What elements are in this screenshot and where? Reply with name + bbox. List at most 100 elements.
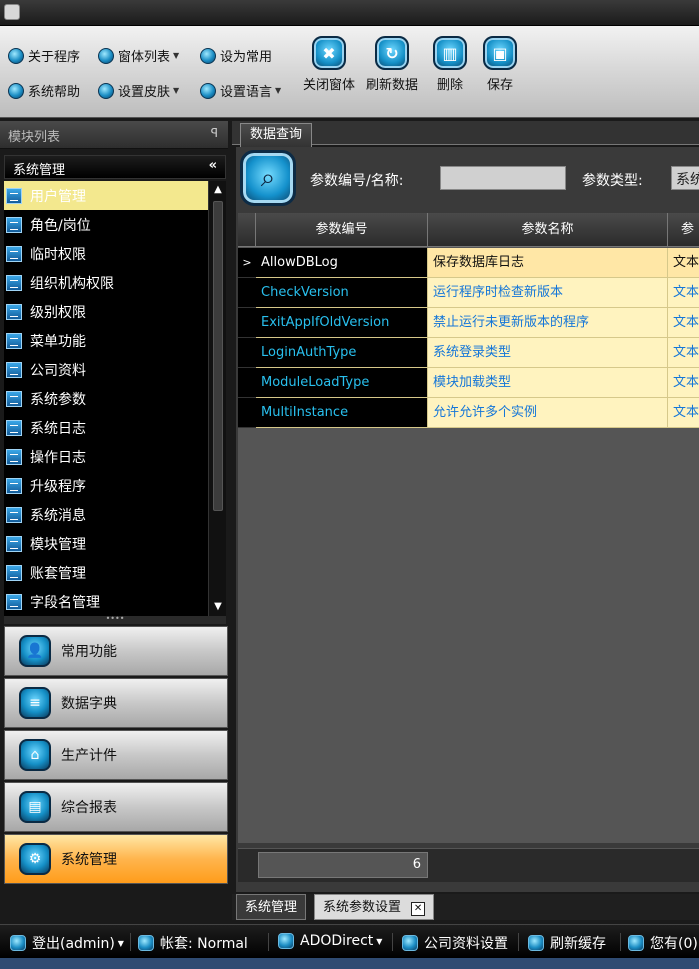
- close-icon[interactable]: ✕: [411, 902, 426, 916]
- language-button[interactable]: 设置语言 ▼: [200, 81, 281, 100]
- set-favorite-button[interactable]: 设为常用: [200, 46, 272, 65]
- user-icon: 👤: [19, 635, 51, 667]
- list-icon: [6, 332, 22, 349]
- tree-item-system-log[interactable]: 系统日志: [4, 413, 208, 442]
- list-icon: [6, 361, 22, 378]
- tree-item-company-info[interactable]: 公司资料: [4, 355, 208, 384]
- close-window-button[interactable]: ✖ 关闭窗体: [299, 36, 359, 93]
- tree-item-module-management[interactable]: 模块管理: [4, 529, 208, 558]
- divider: [392, 933, 393, 951]
- database-icon: ≡: [19, 687, 51, 719]
- cell-code[interactable]: CheckVersion: [256, 278, 428, 308]
- window-list-button[interactable]: 窗体列表 ▼: [98, 46, 179, 65]
- tree-item-upgrade[interactable]: 升级程序: [4, 471, 208, 500]
- scroll-thumb[interactable]: [213, 201, 223, 511]
- tree-item-temp-permissions[interactable]: 临时权限: [4, 239, 208, 268]
- list-icon: [6, 535, 22, 552]
- tree-item-user-management[interactable]: 用户管理: [4, 181, 208, 210]
- cell-name[interactable]: 禁止运行未更新版本的程序: [428, 308, 668, 338]
- cell-name[interactable]: 系统登录类型: [428, 338, 668, 368]
- panel-splitter[interactable]: ••••: [4, 615, 226, 624]
- list-icon: [6, 564, 22, 581]
- connection-button[interactable]: ADODirect ▼: [278, 933, 382, 949]
- search-button[interactable]: ⌕: [240, 150, 296, 206]
- tree-scrollbar[interactable]: ▲ ▼: [208, 181, 226, 616]
- tab-system-management[interactable]: 系统管理: [236, 894, 307, 920]
- search-icon: ⌕: [260, 162, 276, 193]
- taskbar: [0, 958, 699, 969]
- cell-code[interactable]: ExitAppIfOldVersion: [256, 308, 428, 338]
- tab-data-query[interactable]: 数据查询: [240, 123, 312, 147]
- cell-name[interactable]: 模块加载类型: [428, 368, 668, 398]
- param-code-input[interactable]: [440, 166, 566, 190]
- chevron-down-icon: ▼: [275, 86, 282, 95]
- chevron-down-icon: ▼: [376, 936, 383, 946]
- list-icon: [6, 303, 22, 320]
- gear-icon: ⚙: [19, 843, 51, 875]
- account-set-button[interactable]: 帐套: Normal: [138, 933, 248, 953]
- tree-item-org-permissions[interactable]: 组织机构权限: [4, 268, 208, 297]
- nav-production-piecework[interactable]: ⌂ 生产计件: [4, 730, 228, 780]
- about-button[interactable]: 关于程序: [8, 46, 80, 65]
- collapse-icon[interactable]: «: [209, 158, 217, 173]
- row-indicator: [238, 398, 256, 428]
- module-group-header[interactable]: 系统管理 «: [4, 155, 226, 179]
- cell-type[interactable]: 文本: [668, 338, 699, 368]
- nav-common-functions[interactable]: 👤 常用功能: [4, 626, 228, 676]
- cell-code[interactable]: MultiInstance: [256, 398, 428, 428]
- grid-corner: [238, 213, 256, 247]
- scroll-down-icon[interactable]: ▼: [209, 598, 227, 616]
- tree-item-field-names[interactable]: 字段名管理: [4, 587, 208, 616]
- company-settings-button[interactable]: 公司资料设置: [402, 933, 508, 953]
- cell-code[interactable]: ModuleLoadType: [256, 368, 428, 398]
- cell-type[interactable]: 文本: [668, 308, 699, 338]
- favorite-icon: [200, 47, 216, 64]
- cell-type[interactable]: 文本: [668, 248, 699, 278]
- col-header-name[interactable]: 参数名称: [428, 213, 668, 247]
- row-indicator: [238, 308, 256, 338]
- nav-system-management[interactable]: ⚙ 系统管理: [4, 834, 228, 884]
- cell-name[interactable]: 保存数据库日志: [428, 248, 668, 278]
- tree-item-operation-log[interactable]: 操作日志: [4, 442, 208, 471]
- skin-icon: [98, 82, 114, 99]
- divider: [620, 933, 621, 951]
- cell-type[interactable]: 文本: [668, 278, 699, 308]
- cell-type[interactable]: 文本: [668, 368, 699, 398]
- cell-code[interactable]: AllowDBLog: [256, 248, 428, 278]
- col-header-type[interactable]: 参: [668, 213, 699, 247]
- refresh-icon: ↻: [375, 36, 409, 70]
- list-icon: [6, 187, 22, 204]
- help-icon: [8, 82, 24, 99]
- cell-name[interactable]: 运行程序时检查新版本: [428, 278, 668, 308]
- tab-system-params[interactable]: 系统参数设置 ✕: [314, 894, 435, 920]
- cell-name[interactable]: 允许允许多个实例: [428, 398, 668, 428]
- tree-item-level-permissions[interactable]: 级别权限: [4, 297, 208, 326]
- messages-button[interactable]: 您有(0): [628, 933, 698, 953]
- row-indicator: [238, 338, 256, 368]
- logout-button[interactable]: 登出(admin) ▼: [10, 933, 124, 953]
- param-type-select[interactable]: 系统: [671, 166, 699, 190]
- save-button[interactable]: ▣ 保存: [470, 36, 530, 93]
- divider: [518, 933, 519, 951]
- refresh-button[interactable]: ↻ 刷新数据: [362, 36, 422, 93]
- row-indicator: [238, 368, 256, 398]
- tree-item-system-messages[interactable]: 系统消息: [4, 500, 208, 529]
- cell-code[interactable]: LoginAuthType: [256, 338, 428, 368]
- nav-data-dictionary[interactable]: ≡ 数据字典: [4, 678, 228, 728]
- tree-item-system-params[interactable]: 系统参数: [4, 384, 208, 413]
- nav-reports[interactable]: ▤ 综合报表: [4, 782, 228, 832]
- refresh-cache-button[interactable]: 刷新缓存: [528, 933, 606, 953]
- list-icon: [6, 593, 22, 610]
- language-icon: [200, 82, 216, 99]
- help-button[interactable]: 系统帮助: [8, 81, 80, 100]
- scroll-up-icon[interactable]: ▲: [209, 181, 227, 199]
- tree-item-roles[interactable]: 角色/岗位: [4, 210, 208, 239]
- col-header-code[interactable]: 参数编号: [256, 213, 428, 247]
- refresh-cache-icon: [528, 935, 544, 951]
- cell-type[interactable]: 文本: [668, 398, 699, 428]
- skin-button[interactable]: 设置皮肤 ▼: [98, 81, 179, 100]
- tree-item-menu-functions[interactable]: 菜单功能: [4, 326, 208, 355]
- ribbon-toolbar: 关于程序 窗体列表 ▼ 设为常用 系统帮助 设置皮肤 ▼ 设置语言 ▼ ✖ 关闭…: [0, 26, 699, 118]
- tree-item-account-management[interactable]: 账套管理: [4, 558, 208, 587]
- pin-icon[interactable]: ꟼ: [211, 126, 218, 140]
